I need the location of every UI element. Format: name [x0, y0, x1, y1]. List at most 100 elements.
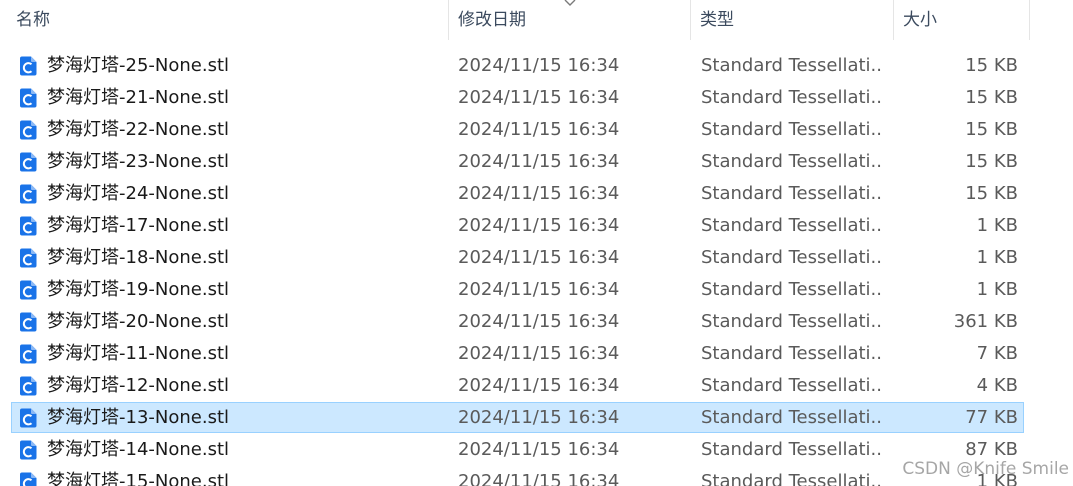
file-row[interactable]: 梦海灯塔-18-None.stl 2024/11/15 16:34 Standard…	[0, 242, 1073, 274]
file-name: 梦海灯塔-25-None.stl	[47, 55, 230, 76]
file-modified-date: 2024/11/15 16:34	[458, 119, 620, 140]
file-explorer-list: 名称 修改日期 类型 大小 梦海灯塔-25-None.stl 2024/11/15…	[0, 0, 1073, 486]
file-icon-cell	[19, 178, 39, 210]
file-size: 15 KB	[965, 55, 1018, 76]
file-row[interactable]: 梦海灯塔-12-None.stl 2024/11/15 16:34 Standard…	[0, 370, 1073, 402]
file-icon-cell	[19, 82, 39, 114]
file-size: 7 KB	[976, 343, 1018, 364]
file-modified-date: 2024/11/15 16:34	[458, 151, 620, 172]
file-type: Standard Tessellati...	[701, 55, 881, 76]
stl-file-icon	[20, 152, 37, 172]
file-icon-cell	[19, 434, 39, 466]
file-modified-date: 2024/11/15 16:34	[458, 87, 620, 108]
watermark-text: CSDN @Knife Smile	[902, 459, 1069, 479]
file-icon-cell	[19, 242, 39, 274]
stl-file-icon	[20, 56, 37, 76]
file-icon-cell	[19, 50, 39, 82]
file-name: 梦海灯塔-24-None.stl	[47, 183, 230, 204]
file-row[interactable]: 梦海灯塔-23-None.stl 2024/11/15 16:34 Standard…	[0, 146, 1073, 178]
file-icon-cell	[19, 338, 39, 370]
column-header-bar: 名称 修改日期 类型 大小	[0, 0, 1030, 40]
file-modified-date: 2024/11/15 16:34	[458, 471, 620, 486]
file-modified-date: 2024/11/15 16:34	[458, 343, 620, 364]
file-name: 梦海灯塔-12-None.stl	[47, 375, 230, 396]
file-modified-date: 2024/11/15 16:34	[458, 215, 620, 236]
stl-file-icon	[20, 408, 37, 428]
stl-file-icon	[20, 120, 37, 140]
stl-file-icon	[20, 344, 37, 364]
file-type: Standard Tessellati...	[701, 87, 881, 108]
file-row[interactable]: 梦海灯塔-17-None.stl 2024/11/15 16:34 Standard…	[0, 210, 1073, 242]
file-modified-date: 2024/11/15 16:34	[458, 279, 620, 300]
file-size: 15 KB	[965, 183, 1018, 204]
file-size: 77 KB	[965, 407, 1018, 428]
file-size: 361 KB	[953, 311, 1018, 332]
file-row[interactable]: 梦海灯塔-19-None.stl 2024/11/15 16:34 Standard…	[0, 274, 1073, 306]
file-type: Standard Tessellati...	[701, 407, 881, 428]
file-row[interactable]: 梦海灯塔-24-None.stl 2024/11/15 16:34 Standard…	[0, 178, 1073, 210]
column-divider[interactable]	[690, 0, 691, 40]
file-row[interactable]: 梦海灯塔-21-None.stl 2024/11/15 16:34 Standard…	[0, 82, 1073, 114]
file-size: 1 KB	[976, 279, 1018, 300]
file-icon-cell	[19, 210, 39, 242]
stl-file-icon	[20, 248, 37, 268]
file-name: 梦海灯塔-13-None.stl	[47, 407, 230, 428]
file-type: Standard Tessellati...	[701, 439, 881, 460]
file-name: 梦海灯塔-14-None.stl	[47, 439, 230, 460]
file-icon-cell	[19, 114, 39, 146]
file-row-selected[interactable]: 梦海灯塔-13-None.stl 2024/11/15 16:34 Standard…	[0, 402, 1073, 434]
file-modified-date: 2024/11/15 16:34	[458, 247, 620, 268]
column-header-type[interactable]: 类型	[700, 0, 894, 40]
file-row[interactable]: 梦海灯塔-20-None.stl 2024/11/15 16:34 Standard…	[0, 306, 1073, 338]
column-header-name-label: 名称	[16, 10, 50, 30]
file-type: Standard Tessellati...	[701, 247, 881, 268]
stl-file-icon	[20, 216, 37, 236]
file-size: 15 KB	[965, 151, 1018, 172]
stl-file-icon	[20, 440, 37, 460]
column-divider[interactable]	[1029, 0, 1030, 40]
stl-file-icon	[20, 312, 37, 332]
file-size: 1 KB	[976, 215, 1018, 236]
column-header-date-label: 修改日期	[458, 10, 526, 30]
file-name: 梦海灯塔-18-None.stl	[47, 247, 230, 268]
column-header-size-label: 大小	[903, 10, 937, 30]
stl-file-icon	[20, 88, 37, 108]
file-size: 1 KB	[976, 247, 1018, 268]
file-type: Standard Tessellati...	[701, 279, 881, 300]
file-type: Standard Tessellati...	[701, 375, 881, 396]
file-type: Standard Tessellati...	[701, 311, 881, 332]
file-modified-date: 2024/11/15 16:34	[458, 439, 620, 460]
file-type: Standard Tessellati...	[701, 343, 881, 364]
file-row[interactable]: 梦海灯塔-11-None.stl 2024/11/15 16:34 Standard…	[0, 338, 1073, 370]
sort-descending-chevron-icon	[564, 0, 576, 6]
file-icon-cell	[19, 146, 39, 178]
file-icon-cell	[19, 306, 39, 338]
file-modified-date: 2024/11/15 16:34	[458, 311, 620, 332]
file-size: 15 KB	[965, 87, 1018, 108]
column-divider[interactable]	[893, 0, 894, 40]
file-type: Standard Tessellati...	[701, 183, 881, 204]
file-row[interactable]: 梦海灯塔-22-None.stl 2024/11/15 16:34 Standard…	[0, 114, 1073, 146]
file-name: 梦海灯塔-17-None.stl	[47, 215, 230, 236]
file-name: 梦海灯塔-15-None.stl	[47, 471, 230, 486]
file-icon-cell	[19, 466, 39, 486]
file-row[interactable]: 梦海灯塔-25-None.stl 2024/11/15 16:34 Standard…	[0, 50, 1073, 82]
stl-file-icon	[20, 184, 37, 204]
file-modified-date: 2024/11/15 16:34	[458, 55, 620, 76]
column-header-size[interactable]: 大小	[903, 0, 1029, 40]
file-name: 梦海灯塔-20-None.stl	[47, 311, 230, 332]
file-modified-date: 2024/11/15 16:34	[458, 183, 620, 204]
file-size: 15 KB	[965, 119, 1018, 140]
column-divider[interactable]	[448, 0, 449, 40]
file-icon-cell	[19, 370, 39, 402]
file-icon-cell	[19, 274, 39, 306]
file-icon-cell	[19, 402, 39, 434]
file-type: Standard Tessellati...	[701, 151, 881, 172]
file-list: 梦海灯塔-25-None.stl 2024/11/15 16:34 Standard…	[0, 50, 1073, 486]
column-header-name[interactable]: 名称	[16, 0, 448, 40]
stl-file-icon	[20, 472, 37, 486]
stl-file-icon	[20, 376, 37, 396]
stl-file-icon	[20, 280, 37, 300]
column-header-type-label: 类型	[700, 10, 734, 30]
file-size: 4 KB	[976, 375, 1018, 396]
